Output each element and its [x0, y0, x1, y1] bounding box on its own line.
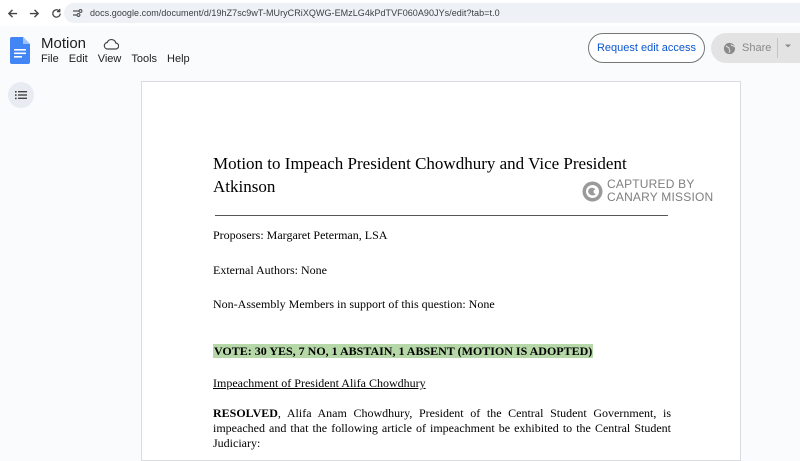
url-text: docs.google.com/document/d/19hZ7sc9wT-MU… — [90, 8, 500, 18]
menu-help[interactable]: Help — [167, 53, 190, 65]
site-info-icon[interactable] — [68, 4, 86, 22]
document-page: Motion to Impeach President Chowdhury an… — [141, 81, 741, 461]
docs-header: Motion File Edit View Tools Help Request… — [0, 26, 800, 72]
request-edit-access-button[interactable]: Request edit access — [588, 33, 705, 63]
menu-view[interactable]: View — [98, 53, 122, 65]
vote-result: VOTE: 30 YES, 7 NO, 1 ABSTAIN, 1 ABSENT … — [213, 344, 594, 358]
browser-toolbar: docs.google.com/document/d/19hZ7sc9wT-MU… — [0, 0, 800, 26]
watermark-line-2: CANARY MISSION — [607, 190, 714, 204]
share-button[interactable]: Share — [711, 33, 800, 63]
horizontal-rule — [215, 215, 668, 216]
resolved-text: , Alifa Anam Chowdhury, President of the… — [213, 406, 671, 450]
menu-edit[interactable]: Edit — [69, 53, 88, 65]
menu-bar: File Edit View Tools Help — [41, 53, 200, 65]
menu-file[interactable]: File — [41, 53, 59, 65]
watermark: CAPTURED BY CANARY MISSION — [582, 178, 713, 204]
proposers-line: Proposers: Margaret Peterman, LSA — [213, 228, 388, 242]
globe-icon — [723, 42, 736, 54]
chevron-down-icon[interactable] — [784, 42, 792, 50]
canary-mission-logo-icon — [582, 181, 603, 201]
back-arrow-icon[interactable] — [1, 2, 23, 24]
resolved-keyword: RESOLVED — [213, 406, 278, 420]
menu-tools[interactable]: Tools — [131, 53, 157, 65]
address-bar[interactable]: docs.google.com/document/d/19hZ7sc9wT-MU… — [64, 3, 800, 23]
cloud-saved-icon — [103, 37, 120, 50]
share-label: Share — [742, 42, 772, 54]
google-docs-logo-icon[interactable] — [10, 37, 30, 64]
document-outline-button[interactable] — [8, 82, 34, 108]
impeachment-heading: Impeachment of President Alifa Chowdhury — [213, 376, 426, 390]
external-authors-line: External Authors: None — [213, 263, 327, 277]
forward-arrow-icon[interactable] — [23, 2, 45, 24]
list-icon — [15, 91, 27, 100]
resolved-paragraph: RESOLVED, Alifa Anam Chowdhury, Presiden… — [213, 406, 671, 451]
share-divider — [777, 38, 778, 58]
document-title[interactable]: Motion — [41, 35, 86, 52]
non-assembly-line: Non-Assembly Members in support of this … — [213, 297, 495, 311]
